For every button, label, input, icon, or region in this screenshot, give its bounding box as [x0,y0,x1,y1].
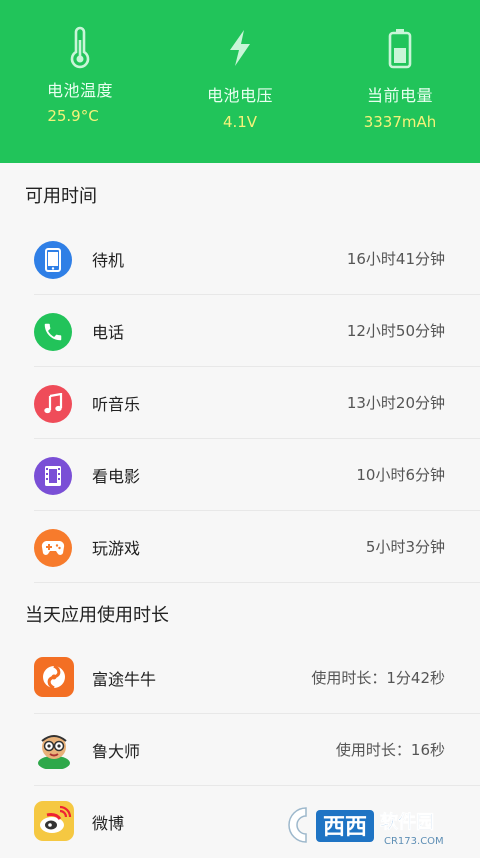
watermark-sub-text: CR173.COM [384,836,444,847]
battery-header: 电池温度 25.9°C 电池电压 4.1V 当前电量 3337mAh [0,0,480,163]
usage-row-call[interactable]: 电话 12小时50分钟 [0,295,480,367]
divider [34,582,480,583]
app-label: 微博 [92,814,125,833]
app-row-ludashi[interactable]: 鲁大师 使用时长：16秒 [0,714,480,786]
usage-label: 听音乐 [92,395,141,414]
film-icon [34,457,72,495]
usage-row-standby[interactable]: 待机 16小时41分钟 [0,223,480,295]
usage-value: 5小时3分钟 [365,538,445,556]
usage-label: 看电影 [92,467,141,486]
usage-row-game[interactable]: 玩游戏 5小时3分钟 [0,511,480,583]
call-icon [34,313,72,351]
battery-level-value: 3337mAh [363,113,437,131]
app-usage-value: 使用时长：1分42秒 [311,669,445,687]
usage-section-title: 可用时间 [25,186,97,207]
usage-row-movie[interactable]: 看电影 10小时6分钟 [0,439,480,511]
app-label: 富途牛牛 [92,670,157,689]
music-note-icon [34,385,72,423]
gamepad-icon [34,529,72,567]
battery-temperature-stat: 电池温度 25.9°C [0,0,160,163]
ludashi-app-icon [34,729,74,769]
app-row-futu[interactable]: 富途牛牛 使用时长：1分42秒 [0,642,480,714]
thermometer-icon [70,26,90,69]
weibo-app-icon [34,801,74,841]
battery-temperature-value: 25.9°C [47,107,99,125]
usage-label: 玩游戏 [92,539,141,558]
battery-level-label: 当前电量 [366,86,433,105]
usage-value: 16小时41分钟 [346,250,445,268]
battery-temperature-label: 电池温度 [46,81,113,100]
usage-label: 待机 [92,251,125,270]
battery-voltage-value: 4.1V [222,113,258,131]
phone-device-icon [34,241,72,279]
lightning-icon [230,30,250,66]
futu-app-icon [34,657,74,697]
watermark-main-text: 西西 [323,815,367,840]
app-usage-value: 使用时长：16秒 [335,741,445,759]
battery-level-stat: 当前电量 3337mAh [320,0,480,163]
watermark-side-text: 软件园 [380,811,434,833]
cr173-logo-icon: 西西 软件园 CR173.COM [288,807,444,847]
usage-value: 12小时50分钟 [346,322,445,340]
battery-icon [388,29,412,69]
usage-value: 10小时6分钟 [356,466,445,484]
cr173-watermark: 西西 软件园 CR173.COM [282,800,462,850]
usage-label: 电话 [92,323,125,342]
battery-voltage-label: 电池电压 [206,86,273,105]
battery-voltage-stat: 电池电压 4.1V [160,0,320,163]
app-label: 鲁大师 [92,742,141,761]
apps-section-title: 当天应用使用时长 [25,605,169,626]
usage-value: 13小时20分钟 [346,394,445,412]
usage-row-music[interactable]: 听音乐 13小时20分钟 [0,367,480,439]
